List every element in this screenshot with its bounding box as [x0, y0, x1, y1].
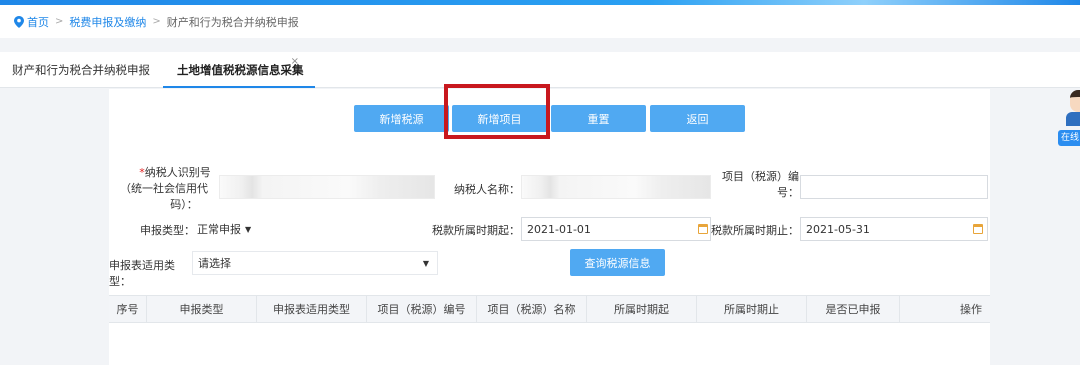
period-start-label: 税款所属时期起：	[432, 224, 520, 237]
column-header: 所属时期起	[586, 296, 696, 323]
query-tax-source-button[interactable]: 查询税源信息	[570, 249, 665, 276]
declare-type-value: 正常申报	[197, 223, 241, 236]
column-header: 申报表适用类型	[256, 296, 366, 323]
period-start-field[interactable]: 2021-01-01	[521, 217, 711, 241]
breadcrumb-separator: >	[55, 16, 64, 27]
taxpayer-name-field[interactable]	[521, 175, 711, 199]
back-button[interactable]: 返回	[650, 105, 745, 132]
calendar-icon[interactable]	[973, 224, 983, 234]
form-type-label: 申报表适用类型：	[109, 259, 175, 288]
project-no-label: 项目（税源）编 号：	[719, 169, 799, 201]
breadcrumb-separator: >	[152, 16, 161, 27]
taxpayer-id-label-line3: 码）：	[170, 198, 198, 211]
breadcrumb: 首页 > 税费申报及缴纳 > 财产和行为税合并纳税申报	[0, 5, 1080, 38]
declare-type-select[interactable]: 正常申报 ▼	[197, 217, 251, 241]
breadcrumb-tax-declaration-link[interactable]: 税费申报及缴纳	[69, 14, 146, 30]
breadcrumb-current: 财产和行为税合并纳税申报	[166, 15, 299, 29]
period-end-label: 税款所属时期止：	[711, 224, 799, 237]
table-header: 序号 申报类型 申报表适用类型 项目（税源）编号 项目（税源）名称 所属时期起 …	[109, 295, 990, 323]
reset-button[interactable]: 重置	[551, 105, 646, 132]
column-header: 申报类型	[146, 296, 256, 323]
column-header: 项目（税源）名称	[476, 296, 586, 323]
column-header: 项目（税源）编号	[366, 296, 476, 323]
project-no-field[interactable]	[800, 175, 988, 199]
location-pin-icon	[14, 15, 24, 28]
period-end-field[interactable]: 2021-05-31	[800, 217, 988, 241]
form-type-value: 请选择	[198, 257, 231, 270]
column-header: 操作	[899, 296, 990, 323]
main-panel: 新增税源 新增项目 重置 返回 *纳税人识别号 （统一社会信用代 码）： 纳税人…	[109, 84, 990, 365]
column-header: 所属时期止	[696, 296, 806, 323]
add-tax-source-button[interactable]: 新增税源	[354, 105, 449, 132]
taxpayer-id-label: *纳税人识别号 （统一社会信用代 码）：	[109, 165, 219, 213]
project-no-label-line1: 项目（税源）编	[722, 170, 799, 183]
avatar	[1070, 90, 1080, 112]
column-header: 是否已申报	[806, 296, 899, 323]
tab-combined-declaration[interactable]: 财产和行为税合并纳税申报	[12, 52, 150, 88]
chevron-down-icon: ▼	[245, 224, 252, 234]
column-header: 序号	[116, 303, 139, 316]
form-type-select[interactable]: 请选择 ▼	[192, 251, 438, 275]
avatar-body	[1066, 112, 1080, 126]
taxpayer-id-label-line2: （统一社会信用代	[120, 182, 208, 195]
tab-bar: 财产和行为税合并纳税申报 土地增值税税源信息采集 ×	[0, 52, 1080, 88]
declare-type-label: 申报类型：	[140, 224, 195, 237]
taxpayer-id-field[interactable]	[219, 175, 435, 199]
close-icon[interactable]: ×	[291, 44, 299, 80]
tab-land-vat-source[interactable]: 土地增值税税源信息采集 ×	[163, 52, 315, 88]
chevron-down-icon: ▼	[422, 258, 429, 268]
tab-label: 土地增值税税源信息采集	[177, 63, 304, 77]
breadcrumb-home-link[interactable]: 首页	[27, 14, 49, 30]
taxpayer-name-label: 纳税人名称：	[454, 183, 520, 196]
project-no-label-line2: 号：	[777, 186, 799, 199]
online-service-button[interactable]: 在线	[1058, 130, 1080, 146]
highlight-box	[444, 84, 550, 139]
taxpayer-id-label-line1: 纳税人识别号	[144, 166, 211, 179]
